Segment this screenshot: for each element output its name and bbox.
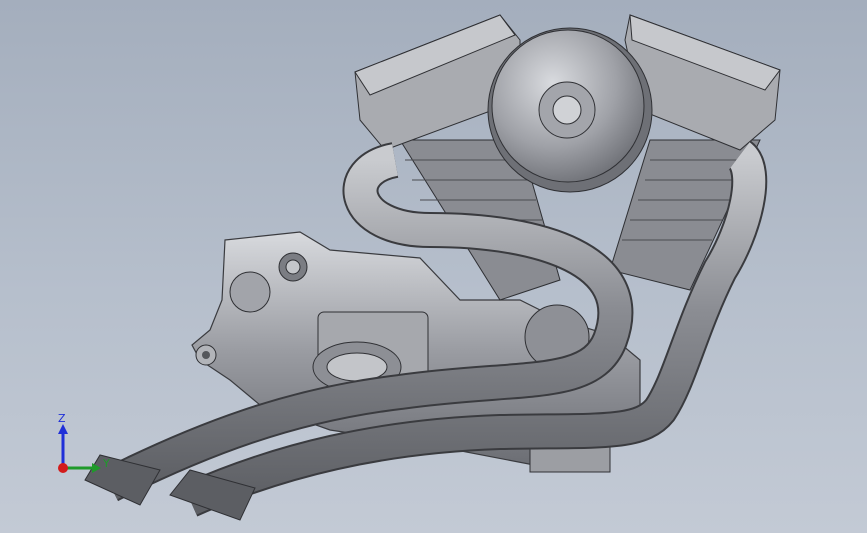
air-filter xyxy=(487,27,653,193)
graphics-viewport[interactable]: Z Y xyxy=(0,0,867,533)
y-axis-label: Y xyxy=(102,457,110,470)
z-axis-label: Z xyxy=(58,412,66,425)
orientation-triad[interactable]: Z Y xyxy=(44,408,124,488)
y-axis-arrow-icon xyxy=(92,463,101,473)
engine-model[interactable] xyxy=(0,0,867,533)
z-axis-arrow-icon xyxy=(58,424,68,434)
x-axis-point-icon xyxy=(58,463,68,473)
